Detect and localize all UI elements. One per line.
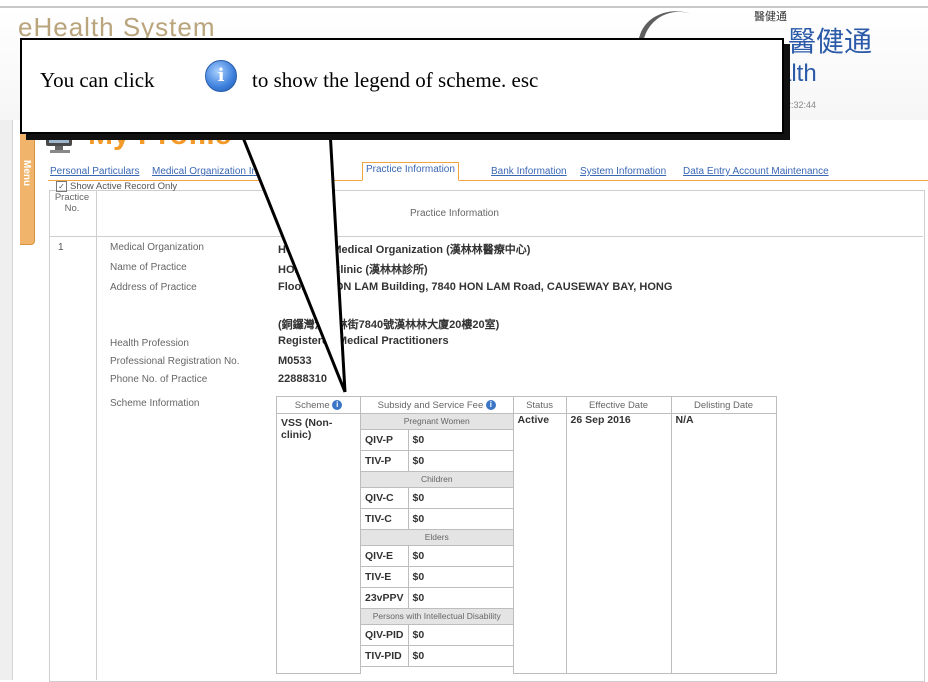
group-elders: Elders [360,529,514,546]
subsidy-code: QIV-P [360,429,409,451]
label-scheme-information: Scheme Information [110,398,200,409]
tab-personal-particulars[interactable]: Personal Particulars [50,166,139,177]
session-time: 2:32:44 [786,100,817,110]
service-fee: $0 [407,508,514,530]
header-delisting-date: Delisting Date [670,396,777,414]
side-menu-label[interactable]: Menu [21,160,32,186]
header-status: Status [512,396,567,414]
subsidy-code: TIV-P [360,450,409,472]
brand-chinese-small: 醫健通 [754,11,787,23]
side-menu-toggle[interactable] [20,128,35,245]
label-phone: Phone No. of Practice [110,374,208,385]
value-phone: 22888310 [278,373,327,385]
value-medical-organization: HON LAM Medical Organization (漢林林醫療中心) [278,244,531,256]
label-medical-organization: Medical Organization [110,242,204,253]
group-children: Children [360,471,514,488]
value-address-en: Floor 20, HON LAM Building, 7840 HON LAM… [278,281,673,293]
table-row: VSS (Non-clinic) Pregnant Women Active 2… [276,413,777,674]
label-registration-no: Professional Registration No. [110,356,240,367]
value-health-profession: Registered Medical Practitioners [278,335,449,347]
subsidy-code: TIV-PID [360,645,409,667]
label-address: Address of Practice [110,282,197,293]
service-fee: $0 [407,429,514,451]
brand-chinese: 醫健通 [788,26,873,57]
service-fee: $0 [407,566,514,588]
service-fee: $0 [407,545,514,567]
header-divider [49,236,923,237]
group-persons-intellectual-disability: Persons with Intellectual Disability [360,608,514,625]
scheme-header-row: Scheme i Subsidy and Service Fee i Statu… [276,396,777,414]
service-fee: $0 [407,450,514,472]
column-header-practice-info: Practice Information [410,208,499,219]
service-fee: $0 [407,645,514,667]
service-fee: $0 [407,624,514,646]
info-icon[interactable]: i [205,60,237,92]
header-effective-date: Effective Date [565,396,672,414]
checkbox-checked-icon[interactable]: ✓ [56,181,67,192]
tab-practice-information[interactable]: Practice Information [362,162,459,181]
scheme-effective-date: 26 Sep 2016 [565,413,672,674]
tab-medical-organization[interactable]: Medical Organization Information [152,166,299,177]
service-fee: $0 [407,587,514,609]
subsidy-code: QIV-C [360,487,409,509]
value-registration-no: M0533 [278,355,312,367]
show-active-label: Show Active Record Only [70,181,178,192]
subsidy-code: TIV-E [360,566,409,588]
callout-text-before: You can click [40,68,155,92]
service-fee: $0 [407,487,514,509]
practice-row-number: 1 [58,242,64,253]
header-scheme: Scheme i [276,396,361,414]
scheme-delisting-date: N/A [670,413,777,674]
column-divider [96,190,97,680]
subsidy-code: QIV-E [360,545,409,567]
tab-data-entry-account[interactable]: Data Entry Account Maintenance [683,166,829,177]
scheme-status: Active [512,413,567,674]
scheme-information-table: Scheme i Subsidy and Service Fee i Statu… [276,396,777,674]
label-name-of-practice: Name of Practice [110,262,187,273]
value-name-of-practice: HON LAM Clinic (漢林林診所) [278,264,428,276]
label-health-profession: Health Profession [110,338,189,349]
tab-bank-information[interactable]: Bank Information [491,166,567,177]
info-icon[interactable]: i [485,399,496,410]
group-pregnant-women: Pregnant Women [360,413,514,430]
show-active-checkbox[interactable]: ✓ Show Active Record Only [56,181,177,192]
tab-system-information[interactable]: System Information [580,166,666,177]
subsidy-code: QIV-PID [360,624,409,646]
scheme-name: VSS (Non-clinic) [276,413,361,674]
left-gutter [0,120,13,680]
callout-text-after: to show the legend of scheme. esc [252,68,539,92]
value-address-cn: (銅鑼灣漢林林街7840號漢林林大廈20樓20室) [278,319,500,331]
info-icon[interactable]: i [332,399,343,410]
column-header-practice-no: Practice No. [54,192,90,214]
subsidy-code: 23vPPV [360,587,409,609]
subsidy-code: TIV-C [360,508,409,530]
header-subsidy: Subsidy and Service Fee i [360,396,514,414]
